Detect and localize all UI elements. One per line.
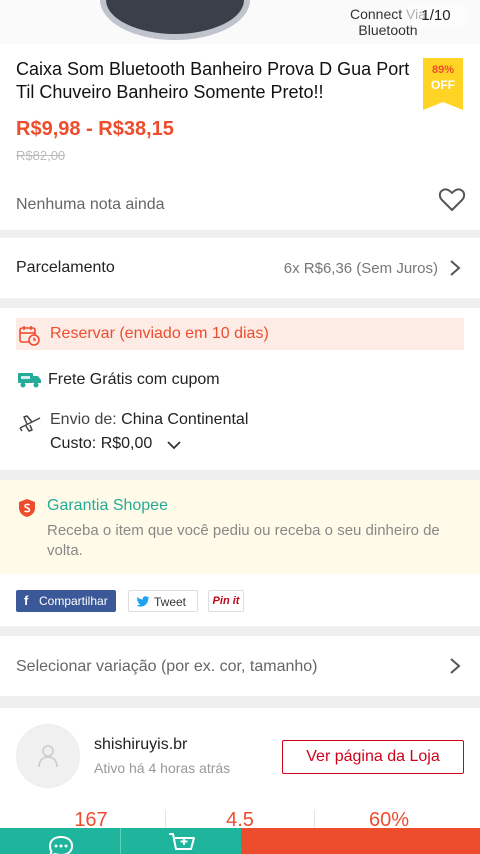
reserve-banner: Reservar (enviado em 10 dias) bbox=[16, 318, 464, 350]
chevron-down-icon[interactable] bbox=[166, 439, 182, 451]
facebook-share-label: Compartilhar bbox=[39, 594, 108, 608]
shop-name[interactable]: shishiruyis.br bbox=[94, 736, 187, 754]
guarantee-title: Garantia Shopee bbox=[47, 497, 168, 514]
installment-label: Parcelamento bbox=[16, 259, 115, 276]
product-page: Connect Via Bluetooth 1/10 Caixa Som Blu… bbox=[0, 0, 480, 854]
share-row: f Compartilhar Tweet Pin it bbox=[0, 574, 480, 626]
product-info-card: Caixa Som Bluetooth Banheiro Prova D Gua… bbox=[0, 44, 480, 230]
facebook-share-button[interactable]: f Compartilhar bbox=[16, 590, 116, 612]
view-shop-button[interactable]: Ver página da Loja bbox=[282, 740, 464, 774]
shopee-guarantee: Garantia Shopee Receba o item que você p… bbox=[0, 480, 480, 574]
product-title: Caixa Som Bluetooth Banheiro Prova D Gua… bbox=[16, 59, 410, 102]
product-image-carousel[interactable]: Connect Via Bluetooth 1/10 bbox=[0, 0, 480, 44]
ship-from-label: Envio de: bbox=[50, 411, 117, 428]
shop-active-status: Ativo há 4 horas atrás bbox=[94, 760, 231, 776]
ship-from-value: China Continental bbox=[121, 411, 249, 428]
variation-selector[interactable]: Selecionar variação (por ex. cor, tamanh… bbox=[0, 636, 480, 696]
product-image bbox=[100, 0, 250, 40]
chat-icon bbox=[48, 835, 74, 854]
user-placeholder-icon bbox=[38, 745, 58, 768]
shipping-cost-value: R$0,00 bbox=[100, 435, 153, 452]
product-price: R$9,98 - R$38,15 bbox=[16, 118, 174, 140]
ship-from-text: Envio de: China Continental bbox=[50, 411, 248, 429]
calendar-clock-icon bbox=[19, 326, 40, 346]
free-shipping-text: Frete Grátis com cupom bbox=[48, 371, 220, 388]
chevron-right-icon bbox=[450, 658, 461, 674]
free-shipping-truck-icon bbox=[18, 373, 41, 388]
heart-icon[interactable] bbox=[438, 186, 466, 214]
installment-value: 6x R$6,36 (Sem Juros) bbox=[283, 260, 438, 277]
shield-icon bbox=[19, 499, 35, 517]
pinterest-share-button[interactable]: Pin it bbox=[208, 590, 244, 612]
bottom-action-bar bbox=[0, 828, 480, 854]
shipping-card: Reservar (enviado em 10 dias) Frete Grát… bbox=[0, 308, 480, 470]
add-to-cart-icon bbox=[169, 833, 195, 850]
discount-percent: 89% bbox=[431, 64, 455, 76]
rating-text: Nenhuma nota ainda bbox=[16, 196, 165, 213]
add-to-cart-button[interactable] bbox=[120, 828, 241, 854]
twitter-icon bbox=[137, 596, 150, 607]
discount-off-label: OFF bbox=[431, 78, 455, 92]
reserve-text: Reservar (enviado em 10 dias) bbox=[50, 325, 269, 342]
guarantee-description: Receba o item que você pediu ou receba o… bbox=[47, 522, 440, 559]
variation-label: Selecionar variação (por ex. cor, tamanh… bbox=[16, 658, 318, 675]
facebook-icon: f bbox=[24, 593, 29, 608]
plane-icon bbox=[19, 415, 41, 432]
discount-badge: 89% OFF bbox=[423, 58, 463, 110]
chat-button[interactable] bbox=[0, 828, 120, 854]
buy-now-button[interactable] bbox=[241, 828, 480, 854]
shipping-cost-label: Custo: bbox=[50, 435, 97, 452]
chevron-right-icon bbox=[450, 260, 461, 276]
image-counter: 1/10 bbox=[404, 4, 468, 28]
shipping-cost: Custo: R$0,00 bbox=[50, 435, 152, 453]
ship-from-row[interactable]: Envio de: China Continental Custo: R$0,0… bbox=[16, 408, 416, 458]
installment-row[interactable]: Parcelamento 6x R$6,36 (Sem Juros) bbox=[0, 238, 480, 298]
original-price: R$82,00 bbox=[16, 148, 66, 163]
twitter-share-label: Tweet bbox=[154, 595, 187, 609]
shop-avatar[interactable] bbox=[16, 724, 80, 788]
twitter-share-button[interactable]: Tweet bbox=[128, 590, 198, 612]
